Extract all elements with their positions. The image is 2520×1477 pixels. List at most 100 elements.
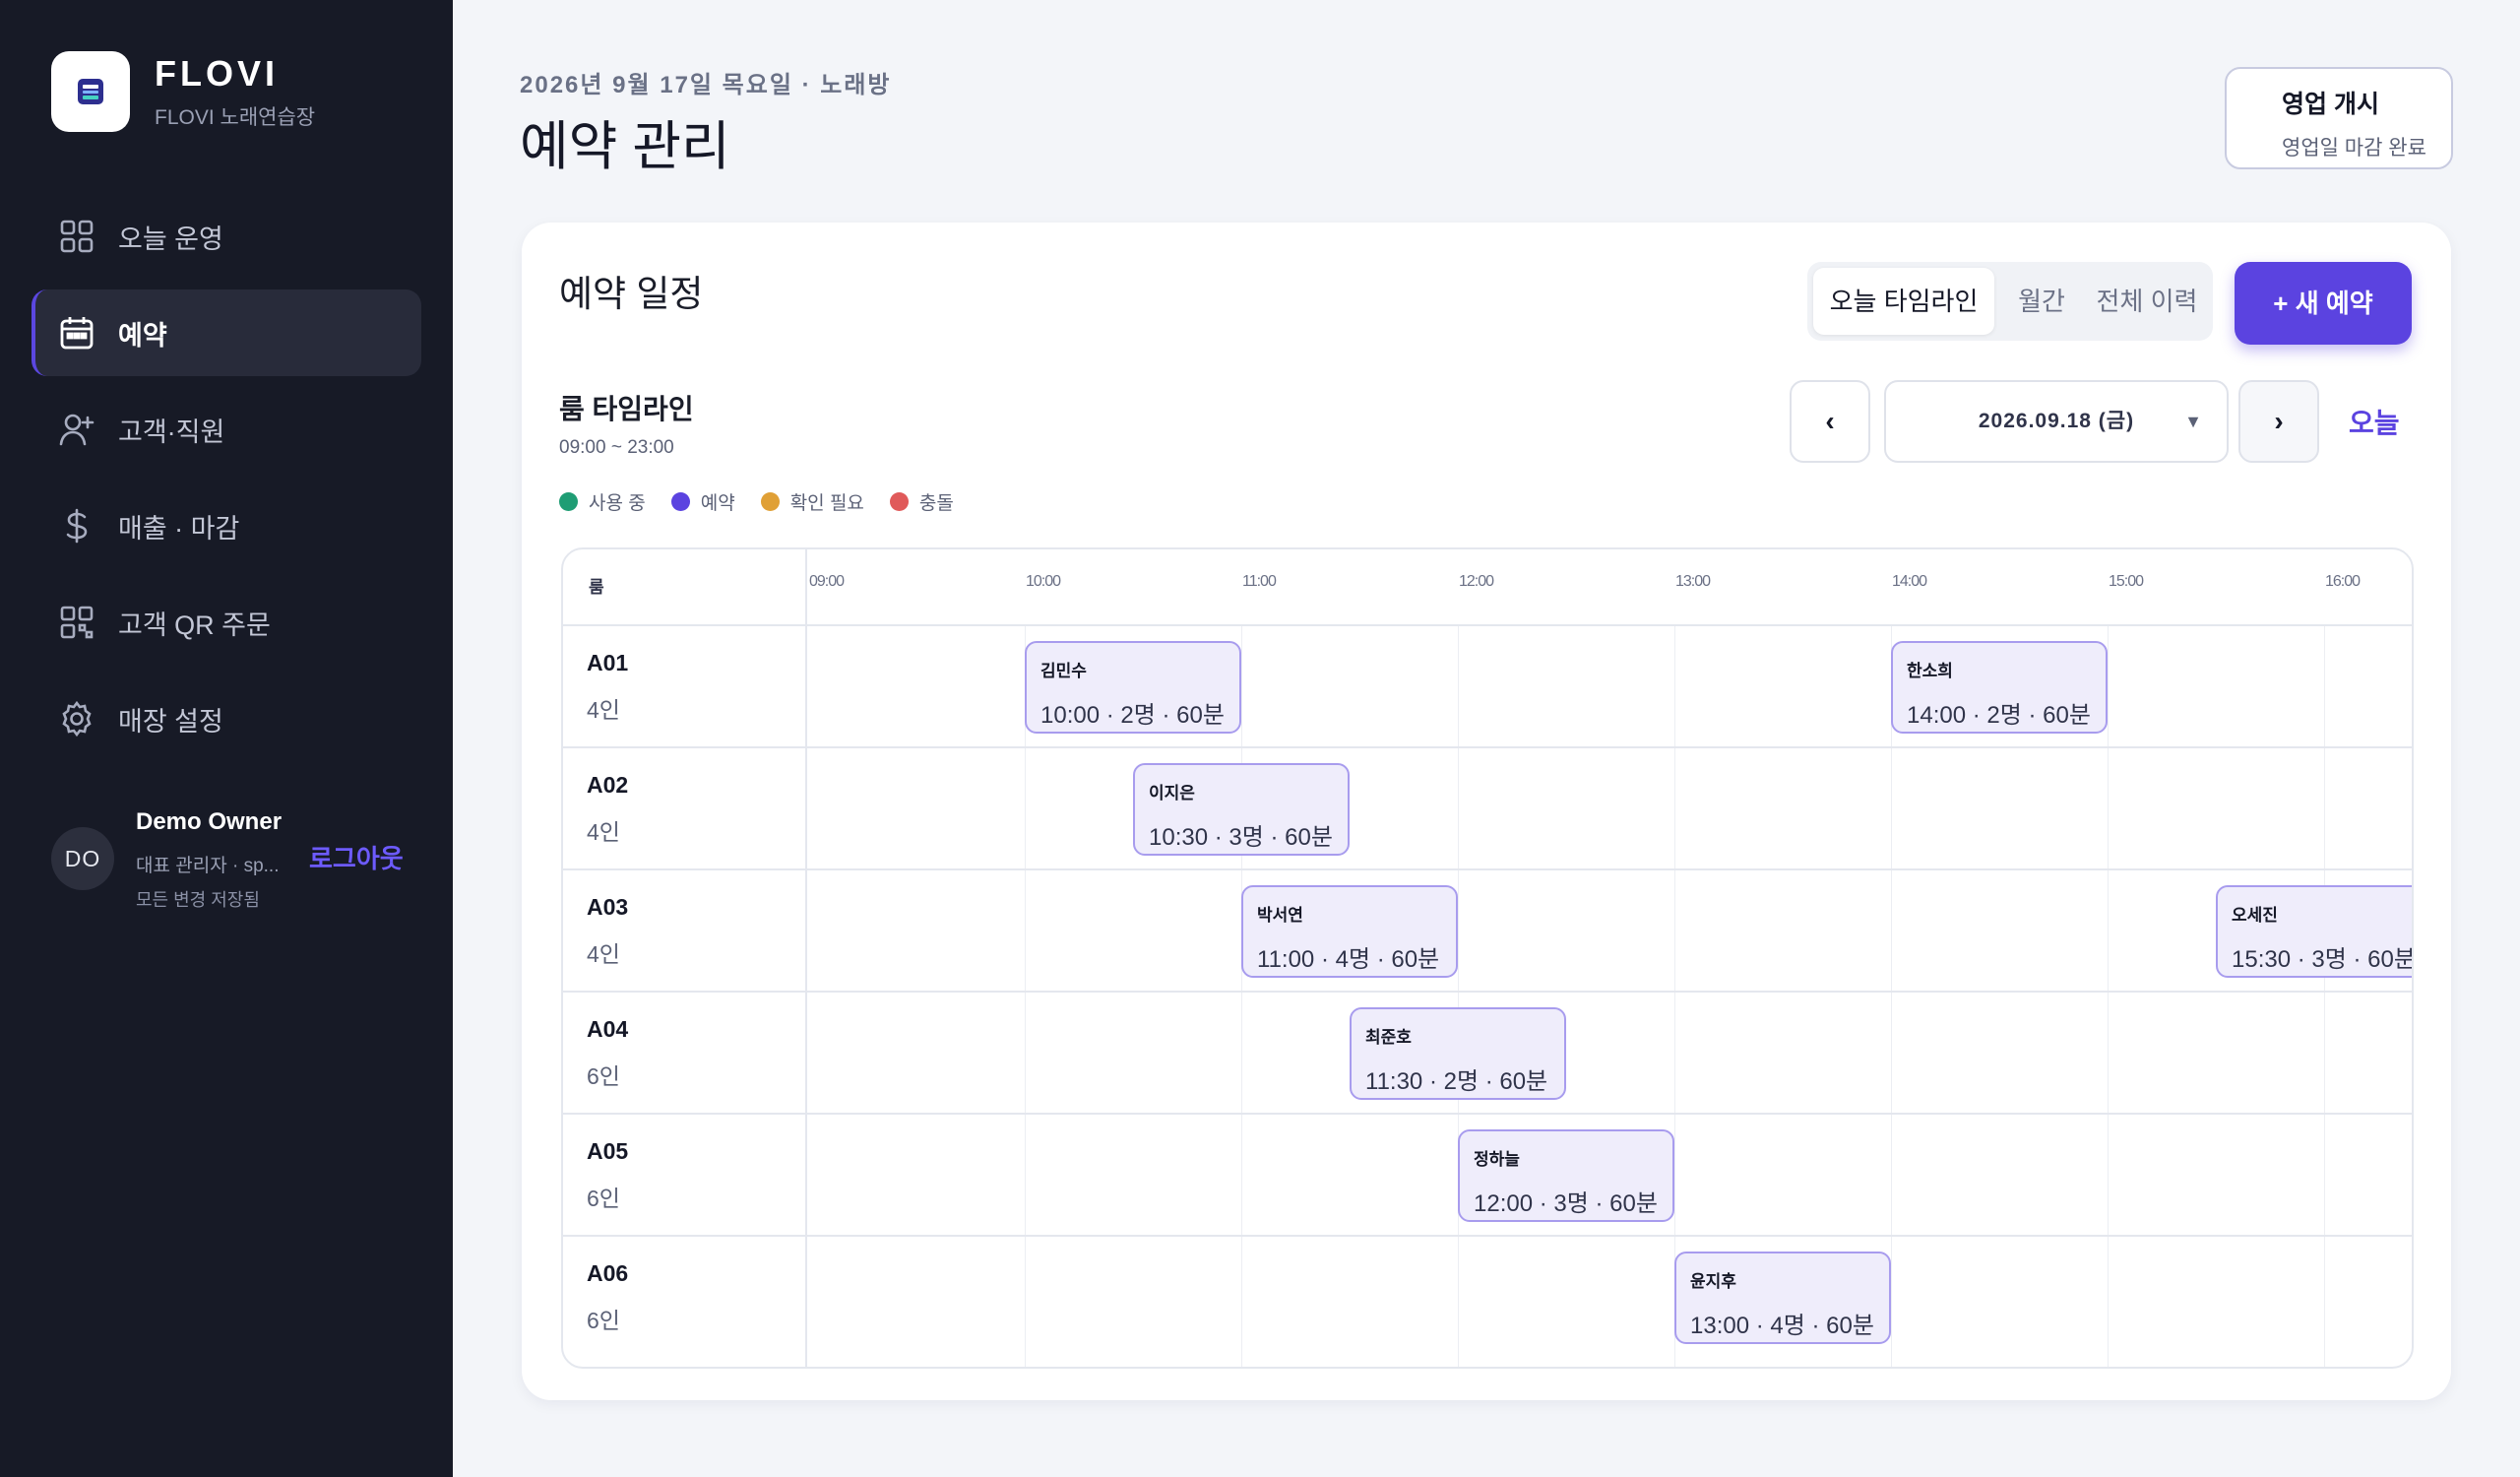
- booking-customer: 박서연: [1257, 906, 1303, 925]
- flovi-logo-icon: [51, 51, 130, 132]
- legend-dot-in-use: [559, 492, 578, 511]
- tab-monthly[interactable]: 월간: [2000, 268, 2083, 335]
- dollar-icon: [57, 506, 96, 546]
- booking-block[interactable]: 오세진 15:30 · 3명 · 60분: [2216, 885, 2414, 978]
- booking-block[interactable]: 최준호 11:30 · 2명 · 60분: [1350, 1007, 1566, 1100]
- brand-subtitle: FLOVI 노래연습장: [155, 106, 316, 129]
- booking-info: 12:00 · 3명 · 60분: [1474, 1190, 1658, 1217]
- booking-info: 15:30 · 3명 · 60분: [2232, 946, 2414, 973]
- legend: 사용 중 예약 확인 필요 충돌: [559, 488, 979, 515]
- today-button[interactable]: 오늘: [2349, 402, 2400, 441]
- sidebar-item-qr-order[interactable]: 고객 QR 주문: [32, 579, 421, 666]
- booking-block[interactable]: 박서연 11:00 · 4명 · 60분: [1241, 885, 1458, 978]
- time-label: 14:00: [1892, 573, 1927, 590]
- room-capacity: 4인: [587, 697, 620, 723]
- room-name: A04: [587, 1016, 629, 1042]
- sidebar-item-label: 매출 · 마감: [118, 513, 240, 544]
- open-business-status: 영업일 마감 완료: [2282, 137, 2426, 160]
- avatar[interactable]: DO: [51, 827, 114, 890]
- new-reservation-button[interactable]: + 새 예약: [2235, 262, 2412, 345]
- tab-full-history[interactable]: 전체 이력: [2085, 268, 2209, 335]
- chevron-down-icon: ▼: [2184, 412, 2203, 431]
- sidebar-item-sales-closing[interactable]: 매출 · 마감: [32, 482, 421, 569]
- room-row-a01: A01 4인: [563, 626, 2412, 748]
- user-panel: DO Demo Owner 대표 관리자 · sp... 모든 변경 저장됨 로…: [51, 805, 415, 914]
- room-row-a03: A03 4인: [563, 870, 2412, 993]
- breadcrumb: 2026년 9월 17일 목요일 · 노래방: [520, 72, 892, 98]
- sidebar-item-label: 예약: [118, 320, 167, 351]
- sidebar-item-label: 오늘 운영: [118, 224, 223, 254]
- sidebar-item-label: 고객·직원: [118, 417, 225, 447]
- legend-item: 사용 중: [559, 488, 646, 515]
- grid-icon: [57, 217, 96, 256]
- brand[interactable]: FLOVI FLOVI 노래연습장: [51, 51, 315, 132]
- save-status: 모든 변경 저장됨: [136, 890, 260, 910]
- next-day-button[interactable]: ›: [2238, 380, 2319, 463]
- room-capacity: 4인: [587, 941, 620, 967]
- booking-block[interactable]: 정하늘 12:00 · 3명 · 60분: [1458, 1129, 1674, 1222]
- room-capacity: 6인: [587, 1186, 620, 1211]
- reservation-card: 예약 일정 오늘 타임라인 월간 전체 이력 + 새 예약 룸 타임라인 09:…: [522, 223, 2451, 1400]
- tab-today-timeline[interactable]: 오늘 타임라인: [1813, 268, 1994, 335]
- time-label: 12:00: [1459, 573, 1494, 590]
- booking-customer: 이지은: [1149, 784, 1195, 803]
- open-business-title: 영업 개시: [2282, 91, 2379, 118]
- booking-block[interactable]: 한소희 14:00 · 2명 · 60분: [1891, 641, 2108, 734]
- booking-block[interactable]: 김민수 10:00 · 2명 · 60분: [1025, 641, 1241, 734]
- brand-name: FLOVI: [155, 53, 279, 94]
- time-label: 15:00: [2109, 573, 2144, 590]
- legend-label: 충돌: [918, 493, 954, 514]
- user-plus-icon: [57, 410, 96, 449]
- booking-info: 11:00 · 4명 · 60분: [1257, 946, 1440, 973]
- sidebar-item-reservations[interactable]: 예약: [32, 289, 421, 376]
- room-capacity: 6인: [587, 1063, 620, 1089]
- booking-customer: 최준호: [1365, 1028, 1412, 1047]
- page-title: 예약 관리: [520, 117, 730, 176]
- gear-icon: [57, 699, 96, 738]
- date-select[interactable]: 2026.09.18 (금) ▼: [1884, 380, 2229, 463]
- legend-dot-needs-check: [760, 492, 780, 511]
- booking-customer: 오세진: [2232, 906, 2278, 925]
- booking-block[interactable]: 이지은 10:30 · 3명 · 60분: [1133, 763, 1350, 856]
- room-name: A05: [587, 1138, 629, 1164]
- legend-dot-conflict: [889, 492, 909, 511]
- sidebar-nav: 오늘 운영 예약 고객·직원 매출 · 마감 고객 QR 주문 매장 설정: [32, 193, 421, 772]
- calendar-icon: [57, 313, 96, 353]
- room-name: A03: [587, 894, 629, 920]
- timeline-range: 09:00 ~ 23:00: [559, 437, 674, 458]
- time-label: 13:00: [1675, 573, 1711, 590]
- booking-customer: 한소희: [1907, 662, 1953, 680]
- legend-label: 확인 필요: [789, 493, 864, 514]
- sidebar-item-today[interactable]: 오늘 운영: [32, 193, 421, 280]
- open-business-button[interactable]: 영업 개시 영업일 마감 완료: [2225, 67, 2453, 169]
- room-name: A02: [587, 772, 629, 798]
- legend-item: 예약: [670, 488, 735, 515]
- booking-info: 11:30 · 2명 · 60분: [1365, 1068, 1548, 1095]
- user-name: Demo Owner: [136, 808, 283, 835]
- logout-button[interactable]: 로그아웃: [309, 839, 404, 875]
- legend-dot-reserved: [670, 492, 690, 511]
- view-tabs: 오늘 타임라인 월간 전체 이력: [1807, 262, 2213, 341]
- booking-info: 10:30 · 3명 · 60분: [1149, 824, 1333, 851]
- card-title: 예약 일정: [559, 274, 704, 314]
- room-capacity: 4인: [587, 819, 620, 845]
- room-row-a06: A06 6인: [563, 1237, 2412, 1359]
- booking-info: 14:00 · 2명 · 60분: [1907, 702, 2091, 729]
- sidebar-item-customers-staff[interactable]: 고객·직원: [32, 386, 421, 473]
- booking-info: 10:00 · 2명 · 60분: [1040, 702, 1225, 729]
- timeline-header: 룸 09:00 10:00 11:00 12:00 13:00 14:00 15…: [563, 549, 2412, 626]
- time-label: 11:00: [1242, 573, 1277, 590]
- room-capacity: 6인: [587, 1308, 620, 1333]
- qr-icon: [57, 603, 96, 642]
- sidebar-item-store-settings[interactable]: 매장 설정: [32, 675, 421, 762]
- booking-block[interactable]: 윤지후 13:00 · 4명 · 60분: [1674, 1252, 1891, 1344]
- timeline-title: 룸 타임라인: [559, 394, 694, 424]
- time-label: 16:00: [2325, 573, 2361, 590]
- user-role: 대표 관리자 · sp...: [136, 856, 280, 876]
- room-row-a02: A02 4인: [563, 748, 2412, 870]
- booking-customer: 정하늘: [1474, 1150, 1520, 1169]
- prev-day-button[interactable]: ‹: [1790, 380, 1870, 463]
- legend-label: 사용 중: [589, 493, 646, 514]
- room-name: A06: [587, 1260, 629, 1286]
- date-select-value: 2026.09.18 (금): [1978, 410, 2135, 432]
